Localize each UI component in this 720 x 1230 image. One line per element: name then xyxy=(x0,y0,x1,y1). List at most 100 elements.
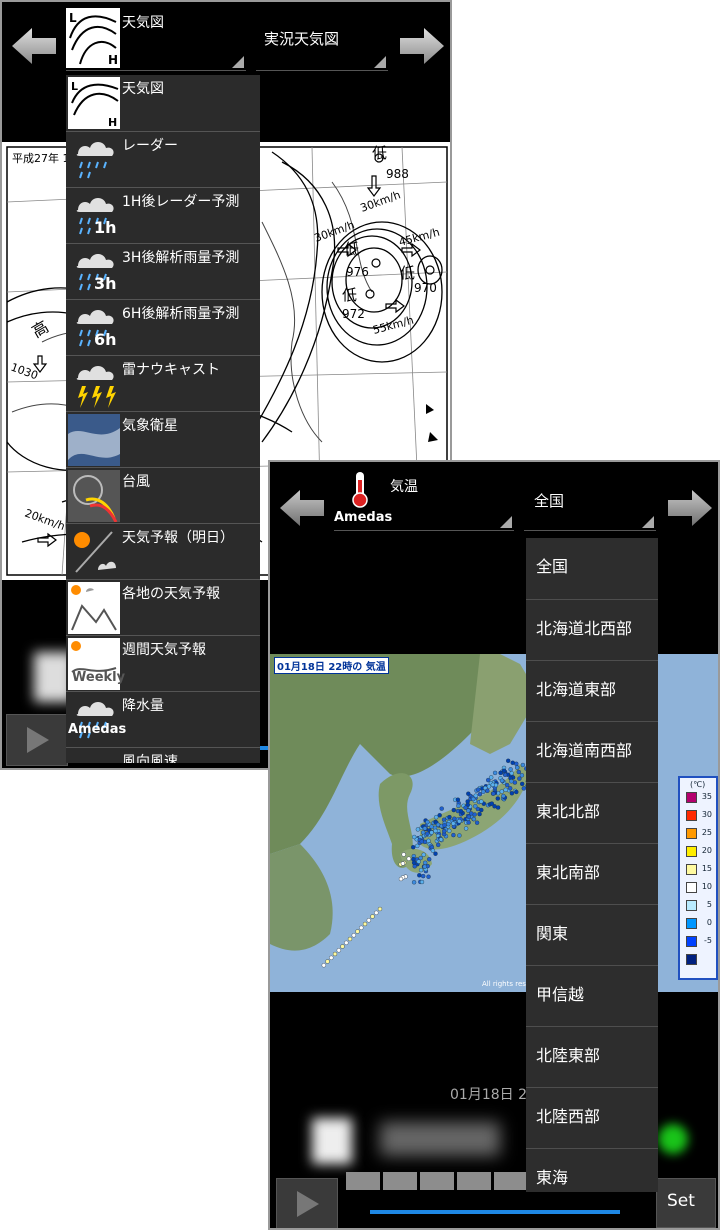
station-marker xyxy=(351,933,357,938)
station-marker xyxy=(419,879,425,885)
station-marker xyxy=(447,814,452,820)
next-arrow-icon[interactable] xyxy=(398,26,446,66)
station-marker xyxy=(501,768,507,774)
map-type-option[interactable]: 1h 1H後レーダー予測 xyxy=(66,187,260,243)
frame-step[interactable] xyxy=(457,1172,491,1190)
map-type-option[interactable]: 天気予報（明日） xyxy=(66,523,260,579)
next-arrow-icon[interactable] xyxy=(666,488,714,528)
region-option[interactable]: 東海 xyxy=(526,1148,658,1192)
legend-label: -5 xyxy=(704,936,712,945)
station-marker xyxy=(336,948,342,953)
low-pressure-label: 低 xyxy=(400,264,415,282)
region-option[interactable]: 北海道東部 xyxy=(526,660,658,721)
legend-swatch xyxy=(686,828,697,839)
station-marker xyxy=(516,769,522,775)
region-selector-value: 全国 xyxy=(534,492,565,510)
forecast-tomorrow-icon xyxy=(68,526,120,578)
station-marker xyxy=(458,808,464,814)
station-marker xyxy=(519,773,525,778)
station-marker xyxy=(425,819,430,825)
station-marker xyxy=(374,910,379,915)
station-marker xyxy=(439,806,444,811)
set-button[interactable]: Set xyxy=(656,1178,716,1228)
station-marker xyxy=(362,921,368,927)
region-option[interactable]: 関東 xyxy=(526,904,658,965)
region-option[interactable]: 北陸東部 xyxy=(526,1026,658,1087)
station-marker xyxy=(419,839,424,844)
map-type-option[interactable]: 気象衛星 xyxy=(66,411,260,467)
station-marker xyxy=(422,864,427,869)
region-selector[interactable]: 全国 xyxy=(524,466,656,531)
station-marker xyxy=(426,838,431,844)
legend-label: 15 xyxy=(701,864,712,873)
map-type-option[interactable]: 台風 xyxy=(66,467,260,523)
station-marker xyxy=(340,944,345,949)
station-marker xyxy=(456,803,461,809)
dropdown-indicator-icon xyxy=(642,516,654,528)
play-button[interactable] xyxy=(276,1178,338,1228)
map-type-option[interactable]: L H 天気図 xyxy=(66,75,260,131)
legend-swatch xyxy=(686,918,697,929)
weather-chart-icon: L H xyxy=(66,8,120,68)
station-marker xyxy=(430,848,436,853)
legend-swatch xyxy=(686,810,697,821)
station-marker xyxy=(466,814,472,820)
region-option[interactable]: 北海道南西部 xyxy=(526,721,658,782)
region-option[interactable]: 北陸西部 xyxy=(526,1087,658,1148)
station-marker xyxy=(426,874,431,879)
station-marker xyxy=(433,814,439,820)
icon-badge: 6h xyxy=(94,330,117,349)
map-type-option-label: 風向風速 xyxy=(122,754,178,763)
previous-arrow-icon[interactable] xyxy=(278,488,326,528)
station-marker xyxy=(503,787,508,793)
frame-step-bar[interactable] xyxy=(346,1172,546,1190)
map-type-option[interactable]: Weekly 週間天気予報 xyxy=(66,635,260,691)
region-option[interactable]: 甲信越 xyxy=(526,965,658,1026)
region-option[interactable]: 東北北部 xyxy=(526,782,658,843)
region-option[interactable]: 北海道北西部 xyxy=(526,599,658,660)
station-marker xyxy=(325,959,330,964)
station-marker xyxy=(416,859,421,864)
frame-step[interactable] xyxy=(494,1172,528,1190)
map-type-option[interactable]: 雷ナウキャスト xyxy=(66,355,260,411)
progress-track[interactable] xyxy=(370,1210,620,1214)
region-option[interactable]: 東北南部 xyxy=(526,843,658,904)
station-marker xyxy=(370,914,375,919)
chart-selector[interactable]: 実況天気図 xyxy=(256,4,388,71)
previous-arrow-icon[interactable] xyxy=(10,26,58,66)
station-marker xyxy=(473,804,478,809)
station-marker xyxy=(417,873,422,878)
amedas-temperature-screen: Amedas 気温 全国 01月18日 22時の 気温 All rights r… xyxy=(268,460,720,1230)
low-pressure-label: 低 xyxy=(372,144,387,162)
thunder-icon xyxy=(68,358,120,410)
pressure-value: 976 xyxy=(346,265,369,279)
map-type-selector[interactable]: L H 天気図 xyxy=(66,4,246,71)
map-type-option-label: 天気図 xyxy=(122,81,164,97)
station-marker xyxy=(429,830,434,835)
legend-label: 20 xyxy=(701,846,712,855)
station-marker xyxy=(359,925,364,930)
map-type-option[interactable]: 風向風速 xyxy=(66,747,260,763)
frame-step[interactable] xyxy=(383,1172,417,1190)
play-button[interactable] xyxy=(6,714,68,766)
station-marker xyxy=(451,807,457,813)
station-marker xyxy=(411,856,416,862)
station-marker xyxy=(377,906,383,912)
region-option[interactable]: 全国 xyxy=(526,538,658,599)
station-marker xyxy=(435,842,441,848)
map-type-option[interactable]: 3h 3H後解析雨量予測 xyxy=(66,243,260,299)
map-type-option[interactable]: 各地の天気予報 xyxy=(66,579,260,635)
map-type-option[interactable]: レーダー xyxy=(66,131,260,187)
frame-step[interactable] xyxy=(346,1172,380,1190)
map-type-selector[interactable]: Amedas 気温 xyxy=(334,466,514,531)
frame-step[interactable] xyxy=(420,1172,454,1190)
map-type-option[interactable]: Amedas 降水量 xyxy=(66,691,260,747)
station-marker xyxy=(504,782,510,788)
amedas-badge: Amedas xyxy=(334,510,393,525)
map-type-option[interactable]: 6h 6H後解析雨量予測 xyxy=(66,299,260,355)
set-button-label: Set xyxy=(667,1191,695,1211)
blurred-caption xyxy=(380,1122,500,1156)
dropdown-indicator-icon xyxy=(232,56,244,68)
station-marker xyxy=(442,823,447,828)
pressure-value: 988 xyxy=(386,167,409,181)
